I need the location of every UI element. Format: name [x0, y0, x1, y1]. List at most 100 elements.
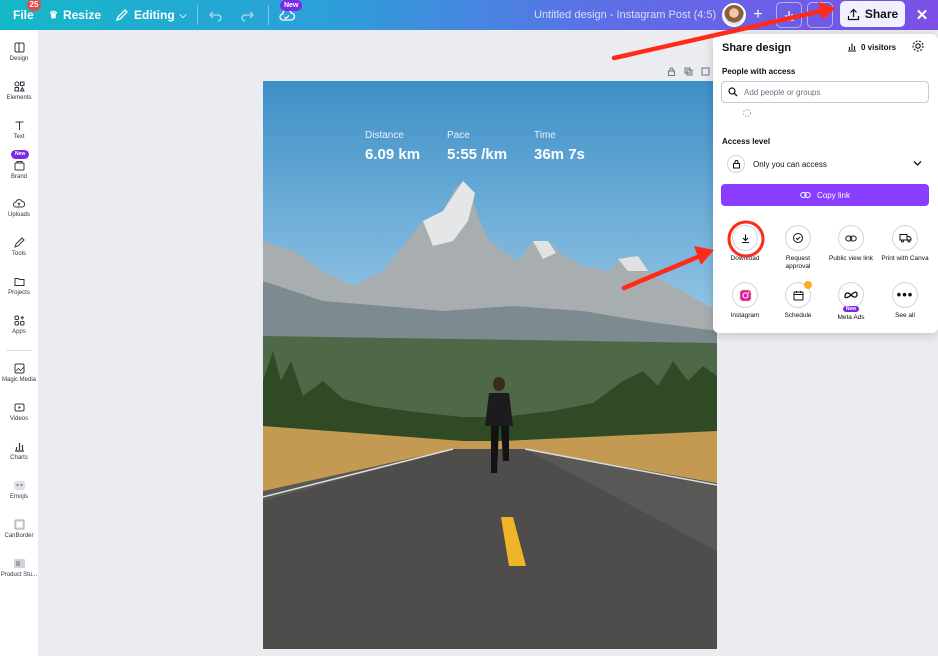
new-badge: New — [280, 0, 303, 11]
add-page-icon[interactable] — [701, 67, 710, 76]
crown-icon: ♛ — [49, 9, 58, 21]
brand-icon — [14, 161, 24, 171]
upload-icon — [847, 8, 859, 20]
sidebar-item-projects[interactable]: Projects — [0, 276, 38, 296]
meta-icon — [838, 282, 864, 308]
lock-icon — [727, 155, 745, 173]
sidebar-item-label: CanBorder — [4, 533, 34, 539]
sidebar-item-label: Emojis — [9, 494, 28, 500]
sidebar-item-uploads[interactable]: Uploads — [0, 198, 38, 218]
sidebar-item-canborder[interactable]: CanBorder — [0, 519, 38, 539]
copy-link-button[interactable]: Copy link — [721, 184, 929, 206]
folder-icon — [14, 278, 24, 286]
redo-icon — [241, 11, 254, 22]
insights-button[interactable] — [776, 2, 802, 28]
sidebar-item-tools[interactable]: Tools — [0, 237, 38, 257]
loading-spinner-icon — [743, 109, 751, 117]
access-section-label: Access level — [722, 137, 771, 146]
check-circle-icon — [785, 225, 811, 251]
design-title[interactable]: Untitled design - Instagram Post (4:5) — [534, 0, 716, 30]
download-option[interactable]: Download — [720, 225, 770, 263]
stat-label: Distance — [365, 130, 404, 141]
plus-icon: + — [753, 6, 763, 23]
lock-icon[interactable] — [667, 67, 676, 76]
access-level-select[interactable]: Only you can access — [721, 152, 929, 176]
resize-label: Resize — [62, 8, 101, 22]
option-label: Public view link — [828, 255, 874, 262]
sidebar-item-emojis[interactable]: Emojis — [0, 480, 38, 500]
sidebar-item-label: Elements — [6, 95, 32, 101]
sidebar-item-label: Magic Media — [1, 377, 36, 383]
bar-chart-icon — [784, 11, 794, 21]
chevron-down-icon — [913, 161, 922, 166]
sidebar-item-label: Apps — [12, 329, 26, 335]
search-placeholder: Add people or groups — [744, 87, 821, 97]
video-icon — [14, 403, 24, 412]
stat-label: Time — [534, 130, 556, 141]
print-with-canva-option[interactable]: Print with Canva — [880, 225, 930, 263]
sidebar-item-design[interactable]: Design — [0, 42, 38, 62]
panel-title: Share design — [722, 42, 792, 54]
visitors-count: 0 visitors — [861, 42, 897, 52]
redo-button[interactable] — [240, 0, 254, 30]
design-page[interactable]: Distance 6.09 km Pace 5:55 /km Time 36m … — [263, 81, 717, 649]
sidebar-item-label: Brand — [10, 174, 27, 180]
more-actions-button[interactable] — [807, 2, 833, 28]
share-button[interactable]: Share — [840, 1, 905, 27]
text-icon — [15, 121, 23, 130]
resize-button[interactable]: ♛ Resize — [49, 0, 101, 30]
premium-crown-icon — [804, 281, 812, 289]
duplicate-icon[interactable] — [684, 67, 693, 76]
request-approval-option[interactable]: Request approval — [773, 225, 823, 271]
sidebar-item-label: Uploads — [7, 212, 30, 218]
visitors-button[interactable]: 0 visitors — [847, 42, 896, 52]
layout-icon — [14, 42, 24, 53]
cloud-upload-icon — [13, 199, 25, 208]
more-icon: ••• — [892, 282, 918, 308]
undo-button[interactable] — [209, 0, 223, 30]
option-label: Print with Canva — [881, 255, 929, 262]
option-label: See all — [895, 312, 915, 319]
close-icon[interactable]: ✕ — [910, 0, 934, 30]
add-collaborator-button[interactable]: + — [745, 2, 771, 28]
sidebar-item-videos[interactable]: Videos — [0, 402, 38, 422]
chevron-down-icon: ⌵ — [179, 9, 187, 20]
sidebar-item-brand[interactable]: Brand — [0, 160, 38, 180]
add-people-input[interactable]: Add people or groups — [721, 81, 929, 103]
border-icon — [14, 519, 24, 530]
stat-value: 5:55 /km — [447, 146, 508, 163]
sidebar-item-label: Text — [13, 134, 25, 140]
schedule-option[interactable]: Schedule — [773, 281, 823, 320]
meta-ads-option[interactable]: New Meta Ads — [826, 282, 876, 322]
sidebar-item-text[interactable]: Text — [0, 120, 38, 140]
shapes-icon — [14, 81, 25, 92]
sidebar-item-elements[interactable]: Elements — [0, 81, 38, 101]
share-label: Share — [864, 7, 899, 21]
apps-icon — [14, 315, 24, 326]
access-value: Only you can access — [753, 159, 827, 169]
option-label: Meta Ads — [837, 314, 865, 321]
gear-icon[interactable] — [911, 39, 925, 53]
stat-label: Pace — [447, 130, 470, 141]
instagram-option[interactable]: Instagram — [720, 282, 770, 320]
divider — [268, 5, 269, 25]
option-label: Schedule — [784, 312, 812, 319]
editing-mode-button[interactable]: Editing ⌵ — [115, 0, 187, 30]
sidebar-item-label: Product Stu... — [0, 572, 38, 578]
top-bar: File 25 ♛ Resize Editing ⌵ New Untitled … — [0, 0, 938, 30]
sidebar-item-label: Tools — [11, 251, 26, 257]
sidebar-item-label: Design — [9, 56, 29, 62]
sidebar-item-apps[interactable]: Apps — [0, 315, 38, 335]
public-view-link-option[interactable]: Public view link — [826, 225, 876, 263]
sidebar-item-label: Projects — [8, 290, 30, 296]
avatar[interactable] — [722, 3, 746, 27]
see-all-option[interactable]: ••• See all — [880, 282, 930, 320]
notification-badge: 25 — [27, 0, 41, 11]
sidebar-item-charts[interactable]: Charts — [0, 441, 38, 461]
sidebar-item-product-studio[interactable]: Product Stu... — [0, 558, 38, 578]
mountain-road-photo — [263, 181, 717, 649]
divider — [197, 5, 198, 25]
link-icon — [800, 192, 811, 198]
sidebar-item-magic-media[interactable]: Magic Media — [0, 363, 38, 383]
calendar-icon — [785, 281, 812, 308]
